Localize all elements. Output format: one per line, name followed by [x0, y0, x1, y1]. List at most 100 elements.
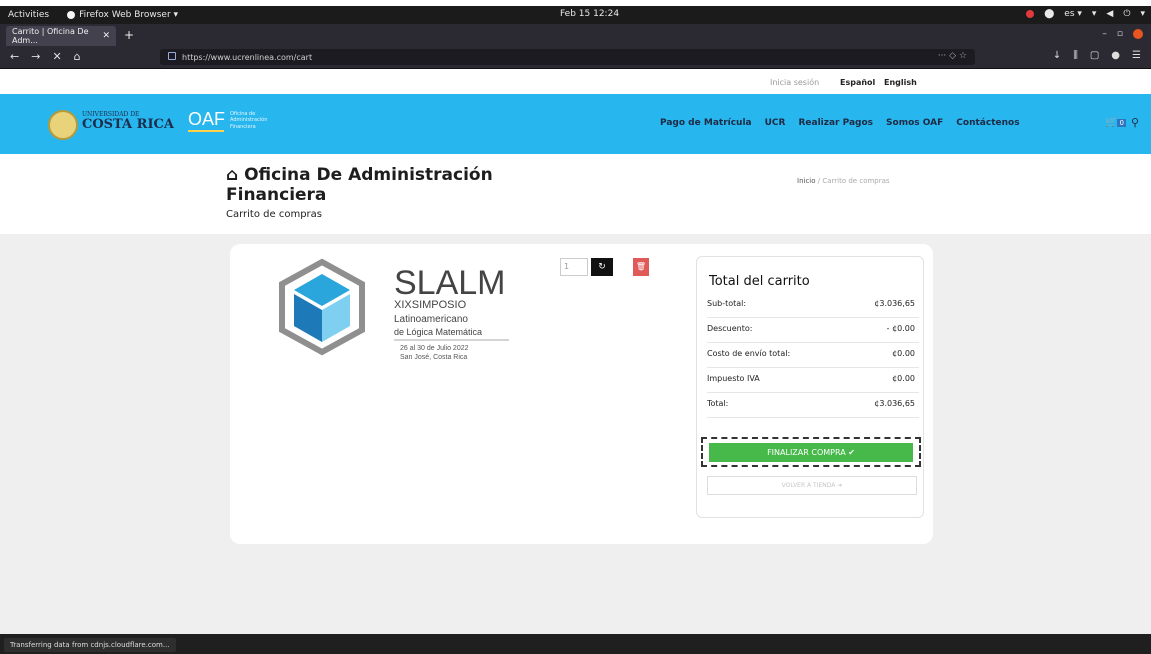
slalm-line-4: 26 al 30 de Julio 2022	[400, 345, 469, 352]
back-icon[interactable]: ←	[10, 50, 19, 63]
oaf-sub-line-2: Administración	[230, 117, 268, 124]
finalize-focus-outline: FINALIZAR COMPRA ✔	[701, 437, 921, 467]
app-menu-label: Firefox Web Browser ▾	[79, 10, 179, 20]
row-value: ¢0.00	[892, 349, 915, 358]
row-value: ¢0.00	[892, 374, 915, 383]
update-quantity-button[interactable]: ↻	[591, 258, 613, 276]
gnome-top-bar: Activities Firefox Web Browser ▾ Feb 15 …	[0, 6, 1151, 24]
tray-power-menu[interactable]: ▾	[1140, 9, 1145, 19]
menu-item-realizar-pagos[interactable]: Realizar Pagos	[798, 118, 873, 128]
site-header: UNIVERSIDAD DE COSTA RICA OAF Oficina de…	[0, 94, 1151, 154]
tab-strip: Carrito | Oficina De Adm... ✕ + – ▫	[0, 24, 1151, 46]
extension-icon[interactable]: ●	[1111, 50, 1120, 61]
totals-row-discount: Descuento: - ¢0.00	[707, 320, 919, 343]
ucr-logo[interactable]: UNIVERSIDAD DE COSTA RICA	[82, 112, 174, 132]
row-label: Descuento:	[707, 324, 753, 333]
firefox-icon	[67, 11, 76, 19]
cart-icon[interactable]: 🛒 0	[1105, 117, 1126, 128]
tab-title: Carrito | Oficina De Adm...	[12, 27, 89, 45]
url-bar[interactable]: https://www.ucrenlinea.com/cart ··· ◇ ☆	[160, 49, 975, 65]
page-subtitle: Carrito de compras	[226, 209, 322, 220]
totals-row-shipping: Costo de envío total: ¢0.00	[707, 345, 919, 368]
breadcrumb-home[interactable]: Inicio	[797, 177, 816, 185]
forward-icon[interactable]: →	[31, 50, 40, 63]
language-bar: Inicia sesión Español English	[0, 69, 1151, 94]
back-to-store-button[interactable]: VOLVER A TIENDA ➔	[707, 476, 917, 495]
tray-language[interactable]: es ▾	[1064, 9, 1082, 19]
finalize-purchase-button[interactable]: FINALIZAR COMPRA ✔	[709, 443, 913, 462]
slalm-line-3: de Lógica Matemática	[394, 327, 482, 337]
hexagon-emblem	[279, 258, 365, 356]
page-title-band: ⌂ Oficina De Administración Financiera C…	[0, 154, 1151, 234]
cart-count: 0	[1117, 119, 1126, 127]
slalm-edition-roman: XIX	[394, 299, 412, 311]
oaf-sub-line-3: Financiera	[230, 123, 256, 130]
totals-row-tax: Impuesto IVA ¢0.00	[707, 370, 919, 393]
stop-icon[interactable]: ✕	[52, 50, 61, 63]
tray-extension-icon[interactable]: ⬤	[1044, 9, 1054, 19]
row-label: Impuesto IVA	[707, 374, 760, 383]
nav-buttons: ← → ✕ ⌂	[10, 50, 81, 63]
tab-close-icon[interactable]: ✕	[102, 31, 110, 41]
web-page: Inicia sesión Español English UNIVERSIDA…	[0, 69, 1151, 634]
home-icon[interactable]: ⌂	[74, 50, 81, 63]
row-value: ¢3.036,65	[874, 299, 915, 308]
breadcrumb-current: Carrito de compras	[822, 177, 890, 185]
bookmark-star-icon[interactable]: ··· ◇ ☆	[938, 51, 967, 61]
sidebar-icon[interactable]: ▢	[1090, 50, 1099, 61]
cart-totals-panel: Total del carrito Sub-total: ¢3.036,65 D…	[696, 256, 924, 518]
system-tray[interactable]: ⬤ es ▾ ▾ ◀ ⏻ ▾	[1026, 9, 1145, 19]
menu-item-somos-oaf[interactable]: Somos OAF	[886, 118, 943, 128]
volume-icon[interactable]: ◀	[1106, 9, 1113, 19]
menu-icon[interactable]: ☰	[1132, 50, 1141, 61]
totals-title: Total del carrito	[709, 274, 810, 289]
activities-button[interactable]: Activities	[8, 10, 49, 20]
downloads-icon[interactable]: ↓	[1053, 50, 1061, 61]
breadcrumb: Inicio / Carrito de compras	[797, 177, 890, 185]
slalm-title: SLALM	[394, 264, 506, 302]
menu-item-ucr[interactable]: UCR	[765, 118, 786, 128]
navigation-toolbar: ← → ✕ ⌂ https://www.ucrenlinea.com/cart …	[0, 46, 1151, 69]
english-link[interactable]: English	[884, 78, 917, 87]
lock-icon[interactable]	[168, 52, 176, 60]
status-bar: Transferring data from cdnjs.cloudflare.…	[0, 634, 1151, 654]
wifi-icon[interactable]: ▾	[1092, 9, 1097, 19]
search-icon[interactable]: ⚲	[1131, 116, 1139, 129]
oaf-underline	[188, 130, 224, 132]
library-icon[interactable]: ⫼	[1073, 50, 1078, 61]
quantity-input[interactable]: 1	[560, 258, 588, 276]
totals-row-total: Total: ¢3.036,65	[707, 395, 919, 418]
remove-item-button[interactable]: 🗑	[633, 258, 649, 276]
spanish-link[interactable]: Español	[840, 78, 875, 87]
page-title: ⌂ Oficina De Administración Financiera	[226, 165, 546, 206]
menu-item-pago-matricula[interactable]: Pago de Matrícula	[660, 118, 752, 128]
url-text: https://www.ucrenlinea.com/cart	[182, 52, 313, 62]
app-menu[interactable]: Firefox Web Browser ▾	[67, 10, 178, 20]
slalm-product-image: SLALM XIXSIMPOSIO Latinoamericano de Lóg…	[279, 258, 509, 361]
slalm-edition-simposio: SIMPOSIO	[412, 299, 467, 311]
row-label: Sub-total:	[707, 299, 747, 308]
status-text: Transferring data from cdnjs.cloudflare.…	[4, 638, 176, 652]
maximize-icon[interactable]: ▫	[1117, 29, 1123, 39]
row-label: Total:	[707, 399, 729, 408]
minimize-icon[interactable]: –	[1102, 29, 1107, 39]
browser-tab[interactable]: Carrito | Oficina De Adm... ✕	[6, 26, 116, 46]
window-close-icon[interactable]	[1133, 29, 1143, 39]
totals-row-subtotal: Sub-total: ¢3.036,65	[707, 295, 919, 318]
ucr-seal-icon[interactable]	[48, 110, 78, 140]
clock[interactable]: Feb 15 12:24	[560, 9, 619, 19]
power-icon[interactable]: ⏻	[1123, 9, 1130, 19]
slalm-edition: XIXSIMPOSIO	[394, 299, 467, 311]
login-link[interactable]: Inicia sesión	[770, 78, 819, 87]
row-label: Costo de envío total:	[707, 349, 791, 358]
main-menu: Pago de Matrícula UCR Realizar Pagos Som…	[660, 118, 1020, 128]
logo-line-2: COSTA RICA	[82, 117, 174, 132]
home-title-icon: ⌂	[226, 165, 239, 185]
oaf-logo[interactable]: OAF	[188, 109, 225, 130]
row-value: - ¢0.00	[886, 324, 915, 333]
menu-item-contactenos[interactable]: Contáctenos	[956, 118, 1019, 128]
tray-app-icon[interactable]	[1026, 10, 1035, 18]
slalm-line-5: San José, Costa Rica	[400, 354, 467, 361]
new-tab-button[interactable]: +	[124, 28, 134, 42]
trash-icon: 🗑	[635, 262, 647, 271]
